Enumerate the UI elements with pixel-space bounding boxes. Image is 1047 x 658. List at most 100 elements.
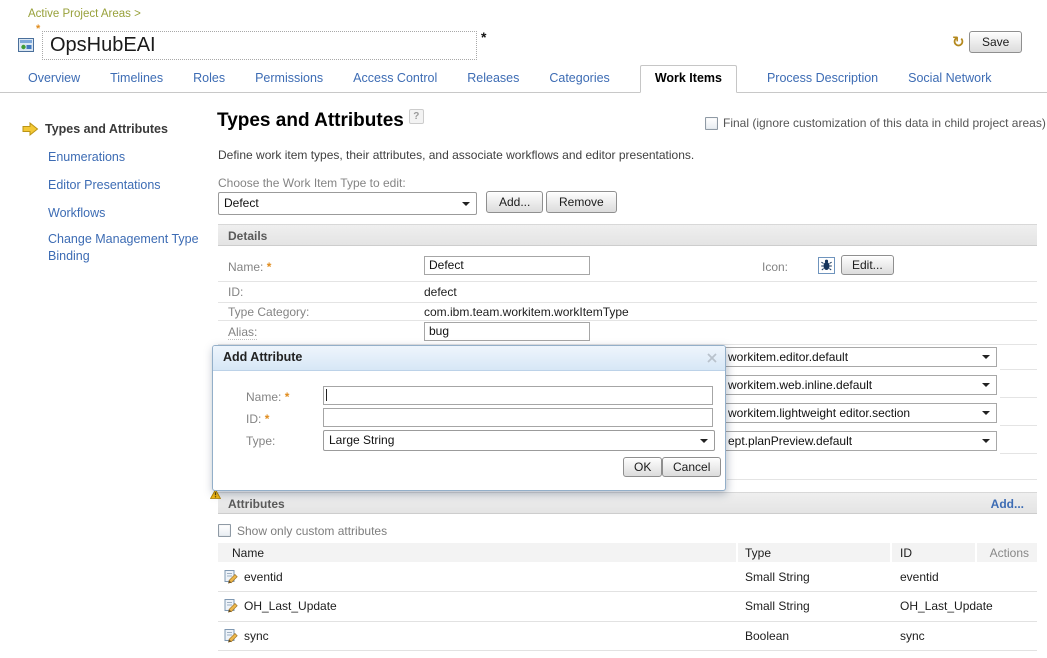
divider [218,302,1037,303]
text-cursor [326,389,327,401]
attribute-type: Boolean [745,629,789,643]
dialog-name-label: Name: * [246,390,289,404]
id-label: ID: [228,285,243,299]
sidebar-item-change-management-type-binding[interactable]: Change Management Type Binding [48,231,206,264]
project-name-text: OpsHubEAI [43,32,156,58]
chevron-down-icon [700,439,708,443]
attribute-id: eventid [900,570,939,584]
lightweight-presentation-value: workitem.lightweight editor.section [728,406,910,420]
remove-type-button[interactable]: Remove [546,191,617,213]
ok-button[interactable]: OK [623,457,662,477]
show-custom-attributes-checkbox[interactable] [218,524,231,537]
sidebar-item-enumerations[interactable]: Enumerations [48,150,125,164]
attribute-type: Small String [745,599,810,613]
attributes-section-header: Attributes Add... [218,492,1037,514]
chevron-down-icon [462,202,470,206]
tab-process-description[interactable]: Process Description [767,71,878,92]
tab-releases[interactable]: Releases [467,71,519,92]
divider [1000,397,1037,398]
type-category-value: com.ibm.team.workitem.workItemType [424,305,629,319]
add-type-button[interactable]: Add... [486,191,543,213]
id-value: defect [424,285,457,299]
divider [727,479,1037,480]
add-attribute-dialog: Add Attribute Name: * ID: * Type: Large … [212,345,726,491]
tab-roles[interactable]: Roles [193,71,225,92]
attribute-name: OH_Last_Update [244,599,337,613]
table-row[interactable]: sync Boolean sync [218,621,1037,650]
attribute-id: sync [900,629,925,643]
tab-categories[interactable]: Categories [549,71,609,92]
dialog-type-select[interactable]: Large String [323,430,715,451]
dialog-name-input[interactable] [323,386,713,405]
project-name-field[interactable]: OpsHubEAI [42,31,477,60]
chevron-down-icon [982,355,990,359]
column-header-actions: Actions [990,546,1029,560]
tab-access-control[interactable]: Access Control [353,71,437,92]
attributes-table-header: Name Type ID Actions [218,543,1037,562]
alias-label: Alias: [228,325,257,340]
column-gap [736,543,738,562]
edit-icon-button[interactable]: Edit... [841,255,894,275]
work-item-type-label: Choose the Work Item Type to edit: [218,176,406,190]
refresh-icon[interactable]: ↻ [952,33,965,51]
work-item-type-select[interactable]: Defect [218,192,477,215]
divider [218,320,1037,321]
close-icon[interactable] [707,352,717,366]
divider [218,650,1037,651]
divider [1000,369,1037,370]
dialog-header[interactable]: Add Attribute [213,346,725,371]
attribute-name: eventid [244,570,283,584]
table-row[interactable]: OH_Last_Update Small String OH_Last_Upda… [218,591,1037,621]
sidebar-item-types-and-attributes[interactable]: Types and Attributes [45,122,168,136]
current-section-arrow-icon [22,122,39,139]
column-gap [890,543,892,562]
dialog-title: Add Attribute [223,350,302,364]
show-custom-attributes-label: Show only custom attributes [237,524,387,538]
tab-timelines[interactable]: Timelines [110,71,163,92]
final-checkbox-label: Final (ignore customization of this data… [723,116,1046,130]
final-checkbox[interactable] [705,117,718,130]
attribute-type: Small String [745,570,810,584]
attribute-id: OH_Last_Update [900,599,993,613]
column-header-id: ID [900,546,912,560]
icon-label: Icon: [762,260,788,274]
attribute-name: sync [244,629,269,643]
tab-work-items[interactable]: Work Items [640,65,737,93]
table-row[interactable]: eventid Small String eventid [218,562,1037,591]
tab-permissions[interactable]: Permissions [255,71,323,92]
project-area-editor: Active Project Areas > * OpsHubEAI * ↻ S… [0,0,1047,658]
unsaved-changes-marker: * [481,29,486,45]
chevron-down-icon [982,411,990,415]
cancel-button[interactable]: Cancel [662,457,721,477]
help-icon[interactable]: ? [409,109,424,124]
tab-overview[interactable]: Overview [28,71,80,92]
plan-preview-presentation-value: ept.planPreview.default [728,434,852,448]
dialog-id-label: ID: * [246,412,269,426]
alias-input[interactable] [424,322,590,341]
add-attribute-link[interactable]: Add... [991,493,1024,515]
attribute-icon [224,597,239,616]
name-label: Name: * [228,260,271,274]
breadcrumb[interactable]: Active Project Areas > [28,8,141,20]
attribute-icon [224,567,239,586]
dialog-type-label: Type: [246,434,275,448]
column-gap [975,543,977,562]
tab-social-network[interactable]: Social Network [908,71,991,92]
page-title: Types and Attributes? [217,109,424,132]
details-section-header: Details [218,224,1037,246]
sidebar-item-editor-presentations[interactable]: Editor Presentations [48,178,161,192]
save-button[interactable]: Save [969,31,1022,53]
chevron-down-icon [982,439,990,443]
chevron-down-icon [982,383,990,387]
dialog-id-input[interactable] [323,408,713,427]
name-input[interactable] [424,256,590,275]
tab-bar: Overview Timelines Roles Permissions Acc… [0,67,1047,93]
required-marker: * [36,23,40,35]
column-header-name: Name [232,546,264,560]
sidebar-item-workflows[interactable]: Workflows [48,206,105,220]
section-description: Define work item types, their attributes… [218,148,694,162]
divider [1000,425,1037,426]
divider [218,281,1037,282]
page-title-text: Types and Attributes [217,110,404,131]
type-category-label: Type Category: [228,305,309,319]
